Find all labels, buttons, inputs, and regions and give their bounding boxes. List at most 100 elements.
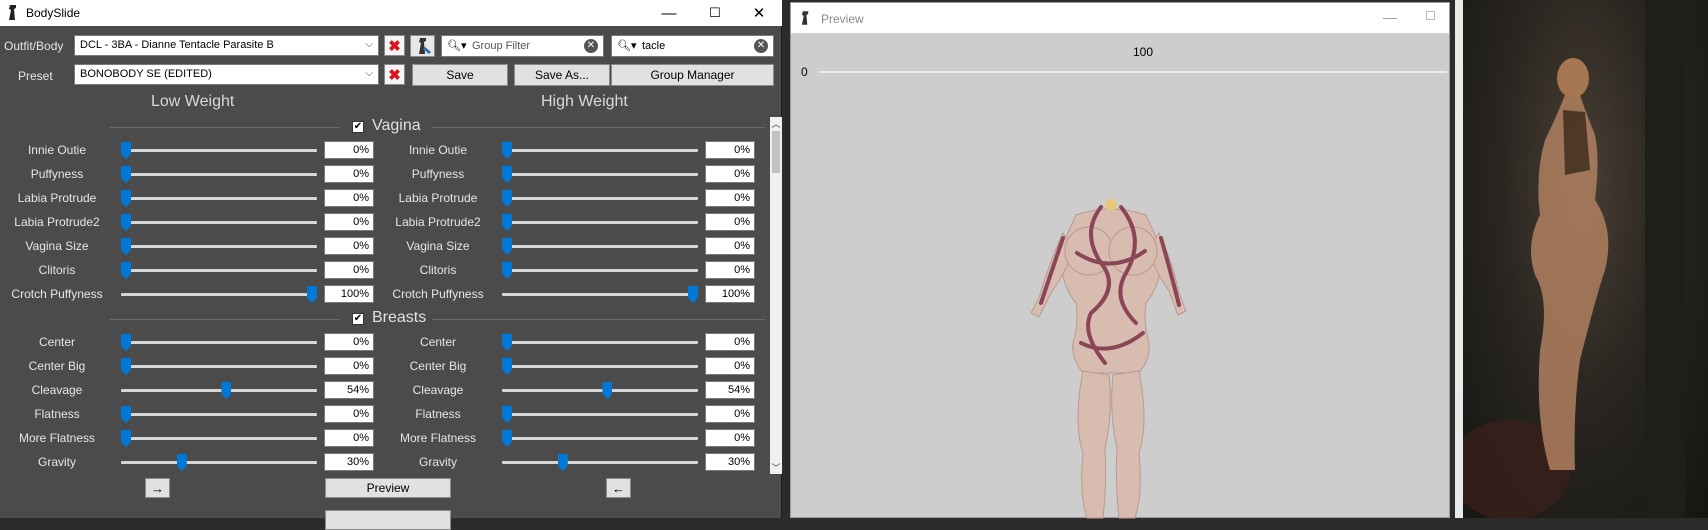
low-weight-slider-thumb[interactable]: [121, 430, 131, 447]
low-weight-slider-thumb[interactable]: [121, 262, 131, 279]
scroll-up-icon[interactable]: ︿: [771, 117, 781, 130]
low-weight-slider-track[interactable]: [121, 413, 317, 416]
high-weight-slider-track[interactable]: [502, 245, 698, 248]
high-weight-value-field[interactable]: 0%: [705, 333, 755, 351]
low-weight-value-field[interactable]: 30%: [324, 453, 374, 471]
high-weight-slider-track[interactable]: [502, 293, 698, 296]
low-weight-slider-thumb[interactable]: [221, 382, 232, 399]
copy-high-to-low-button[interactable]: ←: [606, 478, 631, 498]
high-weight-slider-track[interactable]: [502, 197, 698, 200]
high-weight-slider-thumb[interactable]: [602, 382, 613, 399]
low-weight-value-field[interactable]: 0%: [324, 357, 374, 375]
low-weight-slider-thumb[interactable]: [121, 358, 131, 375]
high-weight-slider-track[interactable]: [502, 173, 698, 176]
outfit-filter-input[interactable]: 🔍︎▾ tacle ✕: [611, 35, 774, 57]
group-manager-button[interactable]: Group Manager: [611, 64, 774, 86]
high-weight-value-field[interactable]: 0%: [705, 429, 755, 447]
high-weight-slider-thumb[interactable]: [502, 406, 512, 423]
low-weight-slider-thumb[interactable]: [121, 406, 131, 423]
high-weight-value-field[interactable]: 0%: [705, 189, 755, 207]
high-weight-slider-track[interactable]: [502, 269, 698, 272]
low-weight-slider-thumb[interactable]: [121, 190, 131, 207]
high-weight-value-field[interactable]: 0%: [705, 165, 755, 183]
high-weight-slider-thumb[interactable]: [502, 262, 512, 279]
high-weight-slider-thumb[interactable]: [502, 190, 512, 207]
high-weight-value-field[interactable]: 54%: [705, 381, 755, 399]
high-weight-slider-thumb[interactable]: [502, 166, 512, 183]
low-weight-value-field[interactable]: 0%: [324, 333, 374, 351]
high-weight-value-field[interactable]: 0%: [705, 237, 755, 255]
preset-select[interactable]: BONOBODY SE (EDITED) ⌵: [74, 64, 379, 85]
low-weight-slider-thumb[interactable]: [176, 454, 187, 471]
minimize-button[interactable]: —: [1383, 9, 1397, 25]
high-weight-slider-thumb[interactable]: [502, 334, 512, 351]
delete-outfit-button[interactable]: ✖: [384, 35, 405, 56]
high-weight-value-field[interactable]: 0%: [705, 357, 755, 375]
clear-icon[interactable]: ✕: [584, 39, 598, 53]
low-weight-slider-track[interactable]: [121, 293, 317, 296]
low-weight-value-field[interactable]: 100%: [324, 285, 374, 303]
low-weight-slider-thumb[interactable]: [121, 166, 131, 183]
low-weight-slider-track[interactable]: [121, 461, 317, 464]
high-weight-value-field[interactable]: 0%: [705, 213, 755, 231]
high-weight-value-field[interactable]: 30%: [705, 453, 755, 471]
high-weight-slider-track[interactable]: [502, 341, 698, 344]
low-weight-value-field[interactable]: 54%: [324, 381, 374, 399]
high-weight-slider-track[interactable]: [502, 221, 698, 224]
low-weight-value-field[interactable]: 0%: [324, 261, 374, 279]
group-checkbox[interactable]: ✔: [352, 313, 364, 325]
high-weight-slider-track[interactable]: [502, 389, 698, 392]
high-weight-slider-thumb[interactable]: [502, 238, 512, 255]
low-weight-value-field[interactable]: 0%: [324, 429, 374, 447]
low-weight-slider-track[interactable]: [121, 269, 317, 272]
low-weight-slider-track[interactable]: [121, 173, 317, 176]
save-as-button[interactable]: Save As...: [514, 64, 610, 86]
minimize-button[interactable]: —: [646, 0, 692, 26]
low-weight-slider-track[interactable]: [121, 197, 317, 200]
low-weight-value-field[interactable]: 0%: [324, 165, 374, 183]
low-weight-slider-thumb[interactable]: [121, 334, 131, 351]
low-weight-value-field[interactable]: 0%: [324, 141, 374, 159]
build-button[interactable]: [325, 510, 451, 530]
high-weight-slider-track[interactable]: [502, 413, 698, 416]
body-mesh-preview[interactable]: [1021, 193, 1201, 523]
preview-weight-slider[interactable]: [819, 71, 1447, 73]
high-weight-slider-thumb[interactable]: [557, 454, 568, 471]
high-weight-slider-thumb[interactable]: [502, 358, 512, 375]
close-button[interactable]: ✕: [736, 0, 782, 26]
save-button[interactable]: Save: [412, 64, 508, 86]
low-weight-value-field[interactable]: 0%: [324, 213, 374, 231]
clear-icon[interactable]: ✕: [754, 39, 768, 53]
delete-preset-button[interactable]: ✖: [384, 64, 405, 85]
low-weight-slider-track[interactable]: [121, 341, 317, 344]
maximize-button[interactable]: ☐: [1425, 9, 1436, 23]
group-checkbox[interactable]: ✔: [352, 121, 364, 133]
slider-scrollbar[interactable]: ︿ ﹀: [770, 117, 782, 474]
preview-button[interactable]: Preview: [325, 478, 451, 498]
high-weight-slider-track[interactable]: [502, 461, 698, 464]
high-weight-value-field[interactable]: 0%: [705, 141, 755, 159]
low-weight-slider-track[interactable]: [121, 437, 317, 440]
high-weight-slider-track[interactable]: [502, 437, 698, 440]
low-weight-slider-thumb[interactable]: [121, 238, 131, 255]
low-weight-slider-track[interactable]: [121, 221, 317, 224]
high-weight-slider-thumb[interactable]: [502, 214, 512, 231]
low-weight-value-field[interactable]: 0%: [324, 189, 374, 207]
group-filter-input[interactable]: 🔍︎▾ Group Filter ✕: [441, 35, 604, 57]
low-weight-slider-thumb[interactable]: [307, 286, 317, 303]
low-weight-slider-track[interactable]: [121, 149, 317, 152]
low-weight-slider-thumb[interactable]: [121, 214, 131, 231]
high-weight-slider-thumb[interactable]: [502, 430, 512, 447]
high-weight-value-field[interactable]: 0%: [705, 261, 755, 279]
low-weight-slider-track[interactable]: [121, 389, 317, 392]
low-weight-value-field[interactable]: 0%: [324, 237, 374, 255]
high-weight-slider-thumb[interactable]: [688, 286, 698, 303]
scrollbar-handle[interactable]: [772, 131, 780, 173]
high-weight-value-field[interactable]: 0%: [705, 405, 755, 423]
low-weight-slider-thumb[interactable]: [121, 142, 131, 159]
outfit-select[interactable]: DCL - 3BA - Dianne Tentacle Parasite B ⌵: [74, 35, 379, 56]
low-weight-value-field[interactable]: 0%: [324, 405, 374, 423]
copy-low-to-high-button[interactable]: →: [145, 478, 170, 498]
high-weight-value-field[interactable]: 100%: [705, 285, 755, 303]
high-weight-slider-track[interactable]: [502, 365, 698, 368]
